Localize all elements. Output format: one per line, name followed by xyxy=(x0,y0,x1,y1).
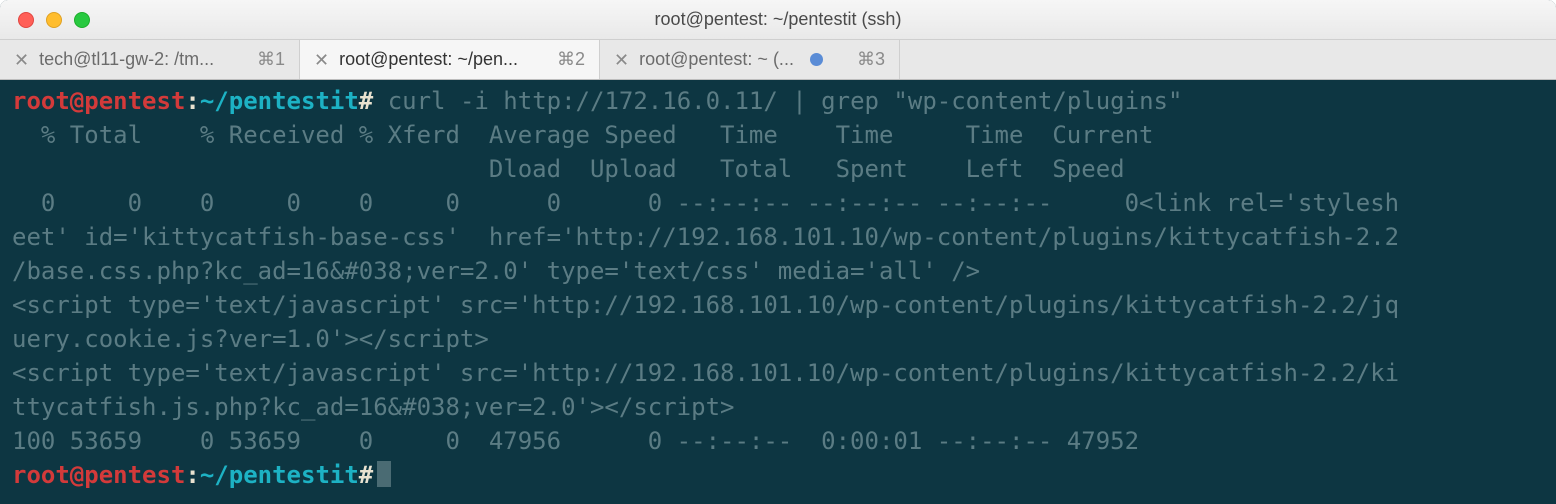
tab-shortcut: ⌘2 xyxy=(557,49,585,70)
tab-1[interactable]: ✕ tech@tl11-gw-2: /tm... ⌘1 xyxy=(0,40,300,79)
prompt-line: root@pentest:~/pentestit# curl -i http:/… xyxy=(12,84,1544,118)
output-line: 0 0 0 0 0 0 0 0 --:--:-- --:--:-- --:--:… xyxy=(12,186,1544,220)
prompt-line: root@pentest:~/pentestit# xyxy=(12,458,1544,492)
close-tab-icon[interactable]: ✕ xyxy=(614,51,629,69)
output-line: 100 53659 0 53659 0 0 47956 0 --:--:-- 0… xyxy=(12,424,1544,458)
tab-label: root@pentest: ~ (... xyxy=(639,49,794,70)
close-tab-icon[interactable]: ✕ xyxy=(14,51,29,69)
close-tab-icon[interactable]: ✕ xyxy=(314,51,329,69)
cursor xyxy=(377,461,391,487)
output-line: uery.cookie.js?ver=1.0'></script> xyxy=(12,322,1544,356)
tab-bar: ✕ tech@tl11-gw-2: /tm... ⌘1 ✕ root@pente… xyxy=(0,40,1556,80)
prompt-space xyxy=(373,87,387,115)
prompt-sep: : xyxy=(185,87,199,115)
prompt-path: ~/pentestit xyxy=(200,461,359,489)
output-line: Dload Upload Total Spent Left Speed xyxy=(12,152,1544,186)
output-line: eet' id='kittycatfish-base-css' href='ht… xyxy=(12,220,1544,254)
prompt-hash: # xyxy=(359,87,373,115)
tab-2[interactable]: ✕ root@pentest: ~/pen... ⌘2 xyxy=(300,40,600,79)
close-icon[interactable] xyxy=(18,12,34,28)
output-line: <script type='text/javascript' src='http… xyxy=(12,356,1544,390)
prompt-sep: : xyxy=(185,461,199,489)
tab-label: tech@tl11-gw-2: /tm... xyxy=(39,49,214,70)
terminal-window: root@pentest: ~/pentestit (ssh) ✕ tech@t… xyxy=(0,0,1556,504)
modified-dot-icon xyxy=(810,53,823,66)
prompt-user: root@pentest xyxy=(12,461,185,489)
tab-shortcut: ⌘1 xyxy=(257,49,285,70)
prompt-user: root@pentest xyxy=(12,87,185,115)
command-text: curl -i http://172.16.0.11/ | grep "wp-c… xyxy=(388,87,1183,115)
prompt-hash: # xyxy=(359,461,373,489)
zoom-icon[interactable] xyxy=(74,12,90,28)
tab-label: root@pentest: ~/pen... xyxy=(339,49,518,70)
output-line: <script type='text/javascript' src='http… xyxy=(12,288,1544,322)
output-line: % Total % Received % Xferd Average Speed… xyxy=(12,118,1544,152)
output-line: ttycatfish.js.php?kc_ad=16&#038;ver=2.0'… xyxy=(12,390,1544,424)
prompt-path: ~/pentestit xyxy=(200,87,359,115)
traffic-lights xyxy=(0,12,90,28)
minimize-icon[interactable] xyxy=(46,12,62,28)
titlebar: root@pentest: ~/pentestit (ssh) xyxy=(0,0,1556,40)
tab-shortcut: ⌘3 xyxy=(857,49,885,70)
terminal-content[interactable]: root@pentest:~/pentestit# curl -i http:/… xyxy=(0,80,1556,504)
tab-3[interactable]: ✕ root@pentest: ~ (... ⌘3 xyxy=(600,40,900,79)
output-line: /base.css.php?kc_ad=16&#038;ver=2.0' typ… xyxy=(12,254,1544,288)
window-title: root@pentest: ~/pentestit (ssh) xyxy=(0,9,1556,30)
